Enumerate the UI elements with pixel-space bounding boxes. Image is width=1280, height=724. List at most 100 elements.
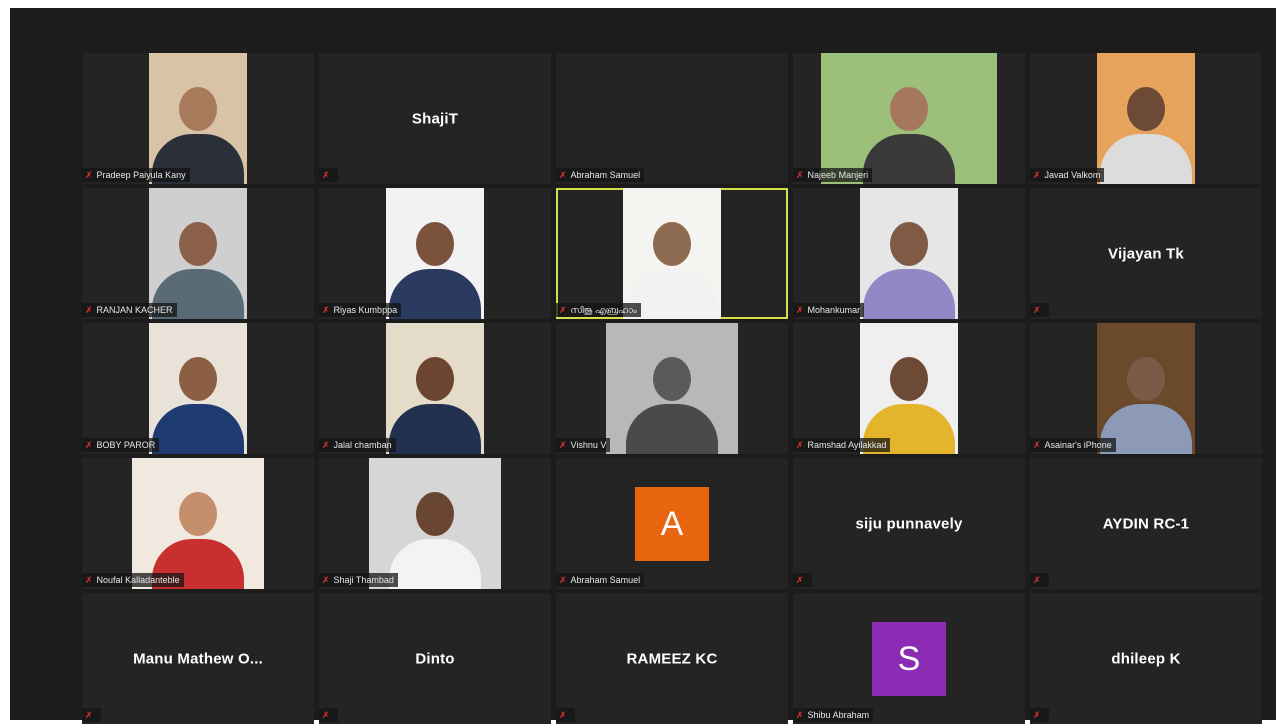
participant-name-label: BOBY PAROR xyxy=(96,440,156,450)
participant-head xyxy=(416,222,454,266)
participant-tile[interactable]: ✗ Najeeb Manjeri xyxy=(793,53,1025,184)
participant-tile[interactable]: ✗ Noufal Kalladanteble xyxy=(82,458,314,589)
participant-name-tag: ✗ Noufal Kalladanteble xyxy=(82,573,184,587)
participant-tile[interactable]: ✗ Riyas Kumbppa xyxy=(319,188,551,319)
participant-head xyxy=(416,492,454,536)
participant-tile[interactable]: RAMEEZ KC ✗ xyxy=(556,593,788,724)
mic-muted-icon: ✗ xyxy=(559,305,567,315)
participant-name-tag: ✗ Javad Valkom xyxy=(1030,168,1105,182)
participant-display-name: Vijayan Tk xyxy=(1108,245,1184,262)
video-grid: ✗ Pradeep Paiyula Kany ShajiT ✗ ✗ Abraham Sam… xyxy=(10,8,1276,724)
mic-muted-icon: ✗ xyxy=(85,710,93,720)
participant-name-label: Abraham Samuel xyxy=(570,575,641,585)
participant-tile[interactable]: ✗ Jalal chamban xyxy=(319,323,551,454)
mic-muted-icon: ✗ xyxy=(559,440,567,450)
participant-name-tag: ✗ Shaji Thambad xyxy=(319,573,398,587)
participant-head xyxy=(179,87,217,131)
participant-video xyxy=(860,188,958,319)
participant-head xyxy=(890,357,928,401)
participant-head xyxy=(1127,357,1165,401)
participant-tile[interactable]: ✗ Abraham Samuel xyxy=(556,53,788,184)
participant-body xyxy=(863,269,955,319)
participant-tile[interactable]: ✗ RANJAN KACHER xyxy=(82,188,314,319)
participant-tile[interactable]: ✗ Pradeep Paiyula Kany xyxy=(82,53,314,184)
mic-muted-icon: ✗ xyxy=(796,575,804,585)
participant-video xyxy=(623,188,721,319)
participant-tile[interactable]: Manu Mathew O... ✗ xyxy=(82,593,314,724)
participant-name-tag: ✗ Mohankumar xyxy=(793,303,865,317)
participant-head xyxy=(1127,87,1165,131)
participant-body xyxy=(389,539,481,589)
mic-muted-icon: ✗ xyxy=(322,170,330,180)
mic-muted-icon: ✗ xyxy=(85,305,93,315)
participant-name-label: Asainar's iPhone xyxy=(1044,440,1112,450)
participant-name-label: Vishnu V xyxy=(570,440,607,450)
participant-tile[interactable]: ✗ BOBY PAROR xyxy=(82,323,314,454)
participant-tile[interactable]: ✗ Ramshad Ayilakkad xyxy=(793,323,1025,454)
participant-display-name: siju punnavely xyxy=(855,515,963,532)
participant-tile[interactable]: siju punnavely ✗ xyxy=(793,458,1025,589)
mic-muted-icon: ✗ xyxy=(322,575,330,585)
participant-display-name: AYDIN RC-1 xyxy=(1102,515,1190,532)
mic-muted-icon: ✗ xyxy=(85,440,93,450)
participant-tile[interactable]: ✗ Shaji Thambad xyxy=(319,458,551,589)
participant-tile[interactable]: S ✗ Shibu Abraham xyxy=(793,593,1025,724)
participant-video xyxy=(149,323,247,454)
participant-tile[interactable]: ✗ Vishnu V xyxy=(556,323,788,454)
participant-name-tag: ✗ BOBY PAROR xyxy=(82,438,160,452)
mic-muted-icon: ✗ xyxy=(796,440,804,450)
participant-name-tag: ✗ xyxy=(793,573,812,587)
participant-body xyxy=(152,404,244,454)
mic-muted-icon: ✗ xyxy=(559,710,567,720)
participant-name-label: Shaji Thambad xyxy=(333,575,394,585)
participant-name-tag: ✗ Abraham Samuel xyxy=(556,168,645,182)
participant-body xyxy=(389,269,481,319)
participant-body xyxy=(626,404,718,454)
mic-muted-icon: ✗ xyxy=(796,170,804,180)
participant-avatar: S xyxy=(872,621,946,696)
participant-tile[interactable]: ShajiT ✗ xyxy=(319,53,551,184)
participant-video xyxy=(1097,323,1195,454)
participant-head xyxy=(416,357,454,401)
participant-tile[interactable]: ✗ സിജു എബ്രഹാം xyxy=(556,188,788,319)
participant-video xyxy=(149,188,247,319)
participant-tile[interactable]: AYDIN RC-1 ✗ xyxy=(1030,458,1262,589)
participant-video xyxy=(132,458,264,589)
participant-name-tag: ✗ Riyas Kumbppa xyxy=(319,303,402,317)
participant-body xyxy=(389,404,481,454)
participant-tile[interactable]: dhileep K ✗ xyxy=(1030,593,1262,724)
participant-head xyxy=(653,357,691,401)
participant-name-tag: ✗ Vishnu V xyxy=(556,438,611,452)
participant-tile[interactable]: ✗ Mohankumar xyxy=(793,188,1025,319)
participant-name-tag: ✗ Najeeb Manjeri xyxy=(793,168,873,182)
participant-body xyxy=(1100,134,1192,184)
participant-tile[interactable]: A ✗ Abraham Samuel xyxy=(556,458,788,589)
mic-muted-icon: ✗ xyxy=(796,710,804,720)
participant-name-tag: ✗ Jalal chamban xyxy=(319,438,396,452)
mic-muted-icon: ✗ xyxy=(1033,170,1041,180)
participant-name-tag: ✗ Pradeep Paiyula Kany xyxy=(82,168,190,182)
participant-name-label: Riyas Kumbppa xyxy=(333,305,398,315)
participant-video xyxy=(386,323,484,454)
mic-muted-icon: ✗ xyxy=(85,575,93,585)
participant-tile[interactable]: Dinto ✗ xyxy=(319,593,551,724)
participant-name-tag: ✗ RANJAN KACHER xyxy=(82,303,177,317)
participant-head xyxy=(179,222,217,266)
participant-name-label: Najeeb Manjeri xyxy=(807,170,869,180)
participant-display-name: ShajiT xyxy=(411,110,459,127)
participant-name-label: സിജു എബ്രഹാം xyxy=(570,305,637,315)
participant-head xyxy=(653,222,691,266)
participant-video xyxy=(149,53,247,184)
participant-name-label: Shibu Abraham xyxy=(807,710,870,720)
participant-avatar: A xyxy=(635,486,709,561)
participant-name-label: Jalal chamban xyxy=(333,440,392,450)
participant-tile[interactable]: ✗ Asainar's iPhone xyxy=(1030,323,1262,454)
participant-name-tag: ✗ xyxy=(319,168,338,182)
participant-name-tag: ✗ xyxy=(1030,573,1049,587)
participant-head xyxy=(890,87,928,131)
participant-video xyxy=(1097,53,1195,184)
participant-tile[interactable]: ✗ Javad Valkom xyxy=(1030,53,1262,184)
participant-video xyxy=(606,323,738,454)
participant-head xyxy=(179,492,217,536)
participant-tile[interactable]: Vijayan Tk ✗ xyxy=(1030,188,1262,319)
